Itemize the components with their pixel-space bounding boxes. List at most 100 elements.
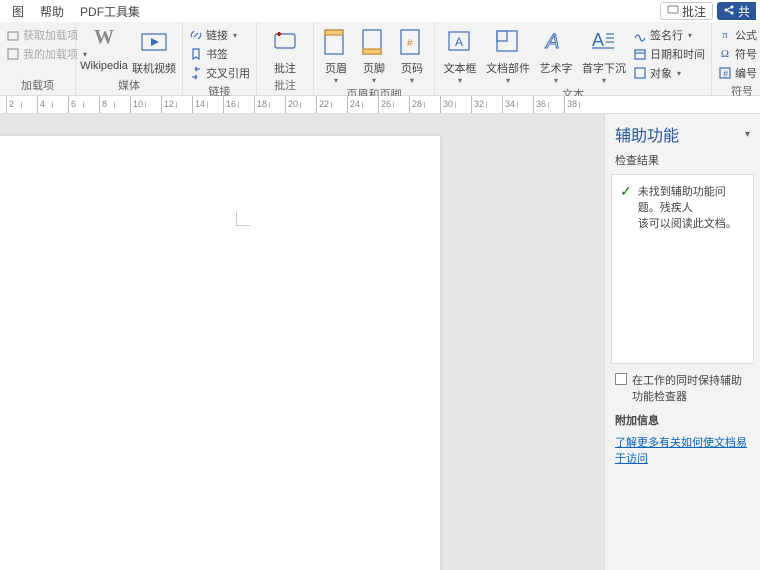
object-icon	[633, 66, 647, 80]
comments-button-label: 批注	[682, 3, 706, 20]
my-addins-label: 我的加载项	[23, 46, 78, 62]
svg-text:#: #	[407, 38, 413, 49]
signature-button[interactable]: 签名行▾	[631, 26, 707, 44]
insert-comment-button[interactable]: 批注	[261, 24, 309, 76]
ruler-minor-tick	[176, 102, 177, 108]
crossref-button[interactable]: 交叉引用	[187, 64, 252, 82]
ruler-tick: 26	[378, 96, 379, 114]
ribbon: 获取加载项 我的加载项▾ 加载项 W Wikipedia 联机视频	[0, 22, 760, 96]
ruler-tick: 24	[347, 96, 348, 114]
ruler-tick: 22	[316, 96, 317, 114]
ruler-minor-tick	[393, 102, 394, 108]
ruler-tick: 4	[37, 96, 38, 114]
document-page[interactable]	[0, 136, 440, 570]
get-addins-label: 获取加载项	[23, 27, 78, 43]
link-icon	[189, 28, 203, 42]
signature-label: 签名行	[650, 27, 683, 43]
svg-text:A: A	[455, 35, 463, 49]
ruler-minor-tick	[300, 102, 301, 108]
online-video-button[interactable]: 联机视频	[130, 24, 178, 76]
group-media-label: 媒体	[80, 76, 178, 95]
footer-button[interactable]: 页脚▾	[356, 24, 392, 85]
datetime-button[interactable]: 日期和时间	[631, 45, 707, 63]
textbox-icon: A	[444, 26, 476, 58]
result-text: 未找到辅助功能问题。残疾人 该可以阅读此文档。	[638, 183, 745, 355]
dropcap-button[interactable]: A 首字下沉▾	[579, 24, 629, 85]
keep-running-checkbox-row[interactable]: 在工作的同时保持辅助功能检查器	[615, 372, 750, 404]
group-text: A 文本框▾ 文档部件▾ A 艺术字▾ A 首字下沉▾ 签名行▾ 日期和时间 对…	[435, 22, 712, 95]
ruler-minor-tick	[486, 102, 487, 108]
ruler-minor-tick	[145, 102, 146, 108]
ruler-tick: 38	[564, 96, 565, 114]
footer-icon	[358, 26, 390, 58]
horizontal-ruler[interactable]: 2468101214161820222426283032343638	[0, 96, 760, 114]
number-icon: #	[718, 66, 732, 80]
ruler-tick: 28	[409, 96, 410, 114]
workspace: 辅助功能 ▾ 检查结果 ✓ 未找到辅助功能问题。残疾人 该可以阅读此文档。 在工…	[0, 114, 760, 570]
wikipedia-icon: W	[88, 26, 120, 58]
ruler-minor-tick	[455, 102, 456, 108]
menu-pdf-tools[interactable]: PDF工具集	[72, 1, 148, 22]
ruler-minor-tick	[269, 102, 270, 108]
page-number-button[interactable]: # 页码▾	[394, 24, 430, 85]
margin-corner-marker	[236, 212, 250, 226]
datetime-icon	[633, 47, 647, 61]
symbol-icon: Ω	[718, 47, 732, 61]
quickparts-label: 文档部件	[486, 60, 530, 76]
check-icon: ✓	[620, 183, 632, 355]
menu-help[interactable]: 帮助	[32, 1, 72, 22]
object-label: 对象	[650, 65, 672, 81]
ruler-minor-tick	[52, 102, 53, 108]
bookmark-button[interactable]: 书签	[187, 45, 252, 63]
ruler-minor-tick	[207, 102, 208, 108]
pane-title: 辅助功能 ▾	[605, 114, 760, 150]
document-area[interactable]	[0, 114, 604, 570]
textbox-button[interactable]: A 文本框▾	[439, 24, 481, 85]
datetime-label: 日期和时间	[650, 46, 705, 62]
quickparts-button[interactable]: 文档部件▾	[483, 24, 533, 85]
equation-icon: π	[718, 28, 732, 42]
header-button[interactable]: 页眉▾	[318, 24, 354, 85]
wikipedia-button[interactable]: W Wikipedia	[80, 24, 128, 72]
comment-bubble-icon	[269, 26, 301, 58]
share-button[interactable]: 共	[717, 2, 756, 20]
ruler-minor-tick	[21, 102, 22, 108]
textbox-label: 文本框	[444, 60, 477, 76]
pane-dropdown-icon[interactable]: ▾	[745, 129, 750, 140]
symbol-button[interactable]: Ω符号▾	[716, 45, 760, 63]
ruler-minor-tick	[362, 102, 363, 108]
equation-label: 公式	[735, 27, 757, 43]
group-addins: 获取加载项 我的加载项▾ 加载项	[0, 22, 76, 95]
ruler-minor-tick	[579, 102, 580, 108]
svg-text:#: #	[723, 69, 728, 79]
ruler-tick: 30	[440, 96, 441, 114]
pane-subtitle: 检查结果	[605, 150, 760, 174]
group-media: W Wikipedia 联机视频 媒体	[76, 22, 183, 95]
ruler-tick: 14	[192, 96, 193, 114]
equation-button[interactable]: π公式▾	[716, 26, 760, 44]
wordart-button[interactable]: A 艺术字▾	[535, 24, 577, 85]
ruler-minor-tick	[83, 102, 84, 108]
wordart-icon: A	[540, 26, 572, 58]
svg-text:A: A	[592, 30, 604, 50]
menu-view[interactable]: 图	[4, 1, 32, 22]
symbol-label: 符号	[735, 46, 757, 62]
comments-button[interactable]: 批注	[660, 2, 713, 20]
online-video-label: 联机视频	[132, 60, 176, 76]
comment-icon	[667, 4, 679, 19]
pane-title-text: 辅助功能	[615, 122, 679, 146]
accessibility-pane: 辅助功能 ▾ 检查结果 ✓ 未找到辅助功能问题。残疾人 该可以阅读此文档。 在工…	[604, 114, 760, 570]
learn-more-link[interactable]: 了解更多有关如何使文档易于访问	[615, 434, 750, 466]
ruler-tick: 6	[68, 96, 69, 114]
store-icon	[6, 28, 20, 42]
menubar: 图 帮助 PDF工具集 批注 共	[0, 0, 760, 22]
keep-running-label: 在工作的同时保持辅助功能检查器	[632, 372, 750, 404]
share-button-label: 共	[738, 3, 750, 20]
wikipedia-label: Wikipedia	[80, 60, 128, 72]
link-button[interactable]: 链接▾	[187, 26, 252, 44]
ruler-tick: 34	[502, 96, 503, 114]
object-button[interactable]: 对象▾	[631, 64, 707, 82]
ruler-tick: 16	[223, 96, 224, 114]
checkbox-icon[interactable]	[615, 373, 627, 385]
number-button[interactable]: #编号	[716, 64, 760, 82]
